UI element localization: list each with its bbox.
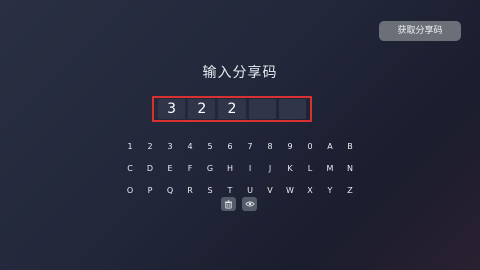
key-g[interactable]: G: [200, 161, 220, 177]
key-a[interactable]: A: [320, 139, 340, 155]
key-4[interactable]: 4: [180, 139, 200, 155]
key-p[interactable]: P: [140, 183, 160, 199]
key-s[interactable]: S: [200, 183, 220, 199]
code-slot-5: [278, 99, 307, 119]
key-o[interactable]: O: [120, 183, 140, 199]
key-5[interactable]: 5: [200, 139, 220, 155]
key-q[interactable]: Q: [160, 183, 180, 199]
key-b[interactable]: B: [340, 139, 360, 155]
delete-button[interactable]: [221, 197, 236, 211]
toggle-visibility-button[interactable]: [242, 197, 257, 211]
key-8[interactable]: 8: [260, 139, 280, 155]
eye-icon: [244, 201, 255, 207]
key-3[interactable]: 3: [160, 139, 180, 155]
key-1[interactable]: 1: [120, 139, 140, 155]
onscreen-keyboard: 1 2 3 4 5 6 7 8 9 0 A B C D E F G H I J …: [120, 136, 360, 202]
key-2[interactable]: 2: [140, 139, 160, 155]
key-9[interactable]: 9: [280, 139, 300, 155]
key-d[interactable]: D: [140, 161, 160, 177]
key-i[interactable]: I: [240, 161, 260, 177]
trash-icon: [224, 199, 233, 209]
key-w[interactable]: W: [280, 183, 300, 199]
get-share-code-button[interactable]: 获取分享码: [379, 21, 461, 41]
keyboard-actions: [221, 197, 257, 211]
key-y[interactable]: Y: [320, 183, 340, 199]
key-f[interactable]: F: [180, 161, 200, 177]
code-slot-1: 3: [158, 99, 186, 119]
code-slot-3: 2: [218, 99, 246, 119]
key-c[interactable]: C: [120, 161, 140, 177]
keyboard-row-2: C D E F G H I J K L M N: [120, 158, 360, 180]
key-j[interactable]: J: [260, 161, 280, 177]
key-r[interactable]: R: [180, 183, 200, 199]
page-title: 输入分享码: [202, 65, 278, 81]
key-e[interactable]: E: [160, 161, 180, 177]
key-k[interactable]: K: [280, 161, 300, 177]
key-z[interactable]: Z: [340, 183, 360, 199]
key-7[interactable]: 7: [240, 139, 260, 155]
key-n[interactable]: N: [340, 161, 360, 177]
code-slot-4: [248, 99, 276, 119]
share-code-input[interactable]: 3 2 2: [152, 96, 312, 122]
key-6[interactable]: 6: [220, 139, 240, 155]
key-m[interactable]: M: [320, 161, 340, 177]
key-l[interactable]: L: [300, 161, 320, 177]
key-v[interactable]: V: [260, 183, 280, 199]
keyboard-row-1: 1 2 3 4 5 6 7 8 9 0 A B: [120, 136, 360, 158]
key-h[interactable]: H: [220, 161, 240, 177]
code-slot-2: 2: [188, 99, 216, 119]
key-x[interactable]: X: [300, 183, 320, 199]
key-0[interactable]: 0: [300, 139, 320, 155]
